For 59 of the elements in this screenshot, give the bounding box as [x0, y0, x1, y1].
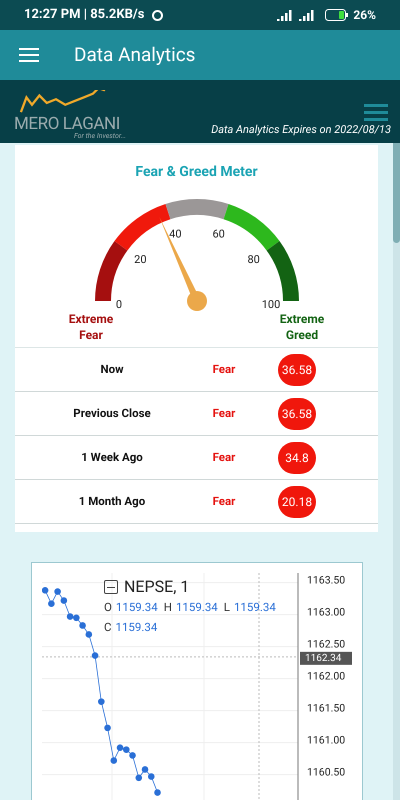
ohlc-value: 1159.34	[234, 599, 276, 616]
menu-icon[interactable]	[19, 48, 39, 62]
sentiment-label: Fear	[212, 492, 236, 510]
meter-title: Fear & Greed Meter	[135, 163, 258, 182]
scale-label: 40	[168, 227, 182, 240]
scale-label: 80	[246, 252, 260, 266]
sentiment-label: Fear	[212, 404, 236, 422]
axis-label: 1163.00	[307, 605, 346, 618]
ohlc-key: L	[224, 599, 230, 616]
data-point	[60, 597, 68, 604]
axis-label: 1162.00	[307, 669, 346, 682]
extreme-greed-label: Extreme Greed	[278, 311, 326, 343]
data-point	[92, 652, 98, 659]
data-point	[42, 586, 48, 594]
index-value: 34.8	[278, 442, 316, 474]
scale-label: 20	[134, 252, 146, 266]
data-point	[86, 631, 92, 638]
scale-label: 0	[115, 298, 122, 311]
data-point	[154, 789, 161, 796]
ohlc-value: 1159.34	[116, 599, 158, 616]
axis-label: 1162.50	[307, 637, 346, 650]
ref-line-label: 1162.34	[305, 652, 342, 664]
sentiment-label: Fear	[212, 448, 236, 466]
menu-icon[interactable]	[364, 104, 388, 122]
period-label: Now	[99, 360, 125, 378]
extreme-fear-label: Extreme Fear	[68, 311, 114, 343]
period-label: 1 Week Ago	[80, 448, 144, 466]
logo-text: MERO LAGANI	[14, 116, 120, 133]
axis-label: 1161.00	[307, 733, 346, 746]
ohlc-value: 1159.34	[116, 619, 158, 636]
data-point	[54, 588, 61, 595]
symbol-label: NEPSE, 1	[124, 579, 190, 595]
data-point	[98, 698, 105, 705]
price-tag: 1162.34	[300, 652, 352, 665]
app-title: Data Analytics	[74, 42, 196, 68]
data-point	[104, 724, 111, 732]
collapse-icon[interactable]	[104, 580, 118, 594]
axis-label: 1163.50	[307, 573, 346, 586]
sentiment-label: Fear	[212, 360, 236, 378]
expiry-text: Data Analytics Expires on 2022/08/13	[211, 122, 391, 138]
battery-level: 26%	[353, 7, 376, 24]
scale-label: 100	[261, 298, 280, 311]
axis-label: 1161.50	[307, 701, 346, 714]
axis-label: 1160.50	[307, 765, 346, 778]
data-point	[135, 774, 142, 782]
data-point	[48, 600, 55, 608]
index-value: 36.58	[278, 398, 316, 430]
period-label: 1 Month Ago	[78, 492, 146, 510]
battery-icon	[325, 9, 350, 21]
status-time: 12:27 PM | 85.2KB/s	[24, 6, 144, 24]
ohlc-key: H	[164, 599, 172, 616]
ohlc-value: 1159.34	[176, 599, 218, 616]
ohlc-key: O	[104, 599, 112, 616]
index-value: 36.58	[278, 354, 316, 386]
data-point	[110, 757, 118, 764]
ohlc-key: C	[104, 619, 112, 636]
index-value: 20.18	[278, 486, 316, 518]
scale-label: 60	[212, 227, 224, 240]
period-label: Previous Close	[72, 404, 152, 422]
